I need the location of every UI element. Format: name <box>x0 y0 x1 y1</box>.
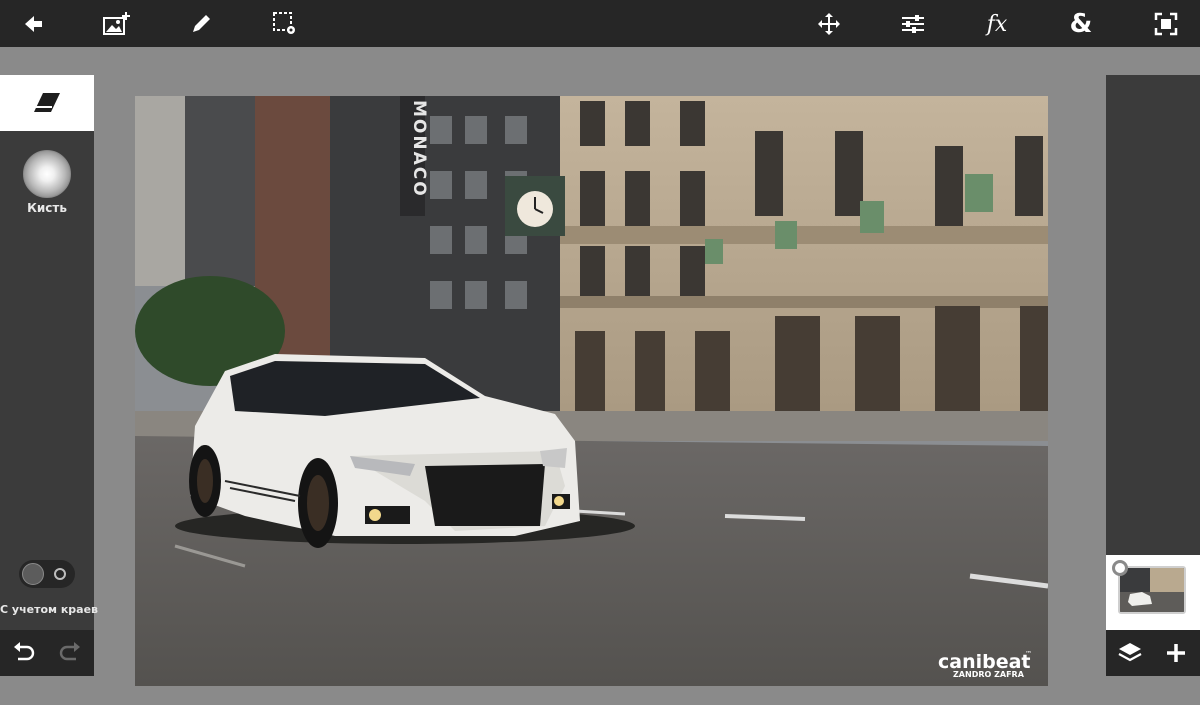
fx-icon[interactable]: fx <box>976 3 1018 45</box>
pencil-icon[interactable] <box>180 3 222 45</box>
brush-label: Кисть <box>27 201 67 215</box>
layers-icon[interactable] <box>1115 638 1145 668</box>
edge-aware-toggle[interactable] <box>19 560 75 588</box>
building-sign: MONACO <box>409 100 429 198</box>
layers-toolbar <box>1106 630 1200 676</box>
back-arrow-icon[interactable] <box>12 3 54 45</box>
toggle-indicator <box>54 568 66 580</box>
brush-preview[interactable] <box>23 150 71 198</box>
fit-screen-icon[interactable] <box>1145 3 1187 45</box>
eraser-tool-tab[interactable] <box>0 75 94 131</box>
edge-aware-label: С учетом краев <box>0 603 99 616</box>
watermark-tm: ™ <box>1025 650 1032 658</box>
selection-settings-icon[interactable] <box>264 3 306 45</box>
blend-icon[interactable]: & <box>1060 3 1102 45</box>
eraser-icon <box>34 93 60 112</box>
history-bar <box>0 630 94 676</box>
layer-item[interactable] <box>1106 555 1200 630</box>
toggle-knob <box>22 563 44 585</box>
layer-settings-badge[interactable] <box>1112 560 1128 576</box>
top-toolbar: fx & <box>0 0 1200 47</box>
add-image-icon[interactable] <box>96 3 138 45</box>
move-icon[interactable] <box>808 3 850 45</box>
layers-panel <box>1106 75 1200 676</box>
add-layer-icon[interactable] <box>1161 638 1191 668</box>
watermark-author: ZANDRO ZAFRA <box>953 670 1025 679</box>
tool-options-panel: Кисть С учетом краев <box>0 75 99 676</box>
undo-icon[interactable] <box>9 638 39 668</box>
canvas-image[interactable]: MONACO canibeat ™ ZANDRO ZAFRA <box>135 96 1048 686</box>
layer-thumbnail[interactable] <box>1118 566 1186 614</box>
redo-icon[interactable] <box>55 638 85 668</box>
adjustments-icon[interactable] <box>892 3 934 45</box>
